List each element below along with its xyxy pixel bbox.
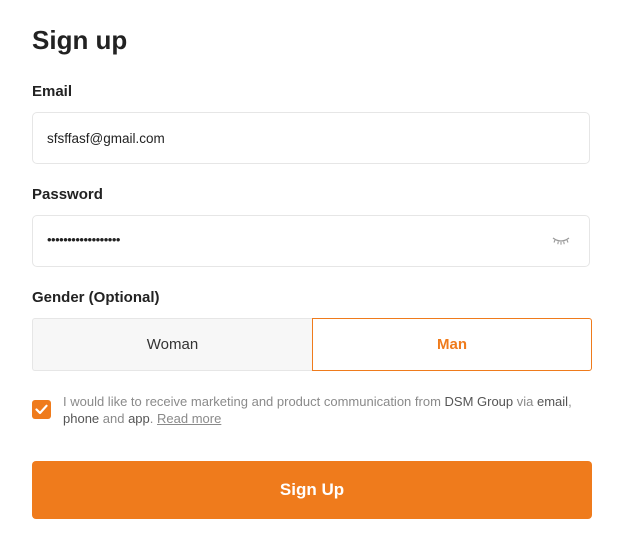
gender-option-woman[interactable]: Woman [32,318,312,371]
page-title: Sign up [32,25,128,55]
gender-label: Gender (Optional) [32,289,160,306]
password-value: •••••••••••••••••• [47,232,120,247]
sign-up-button[interactable]: Sign Up [32,461,592,519]
email-field[interactable] [47,113,547,163]
email-label: Email [32,83,73,100]
eye-closed-icon[interactable] [551,232,571,248]
gender-option-man[interactable]: Man [312,318,592,371]
consent-checkbox[interactable] [32,400,51,419]
checkmark-icon [35,404,48,415]
consent-text-part5: . [149,411,158,426]
company-name: DSM Group [444,394,514,409]
consent-text-part3: , [568,394,572,409]
password-field[interactable]: •••••••••••••••••• [32,215,590,267]
email-field-container [32,112,590,164]
channel-email: email [537,394,569,409]
read-more-link[interactable]: Read more [157,411,221,426]
consent-text-part1: I would like to receive marketing and pr… [63,394,445,409]
consent-text: I would like to receive marketing and pr… [63,393,591,427]
gender-toggle-group: Woman Man [32,318,592,371]
channel-phone: phone [63,411,100,426]
password-label: Password [32,186,103,203]
consent-text-part2: via [513,394,537,409]
signup-form: Sign up Email Password •••••••••••••••••… [0,0,624,536]
channel-app: app [128,411,150,426]
consent-text-part4: and [99,411,129,426]
